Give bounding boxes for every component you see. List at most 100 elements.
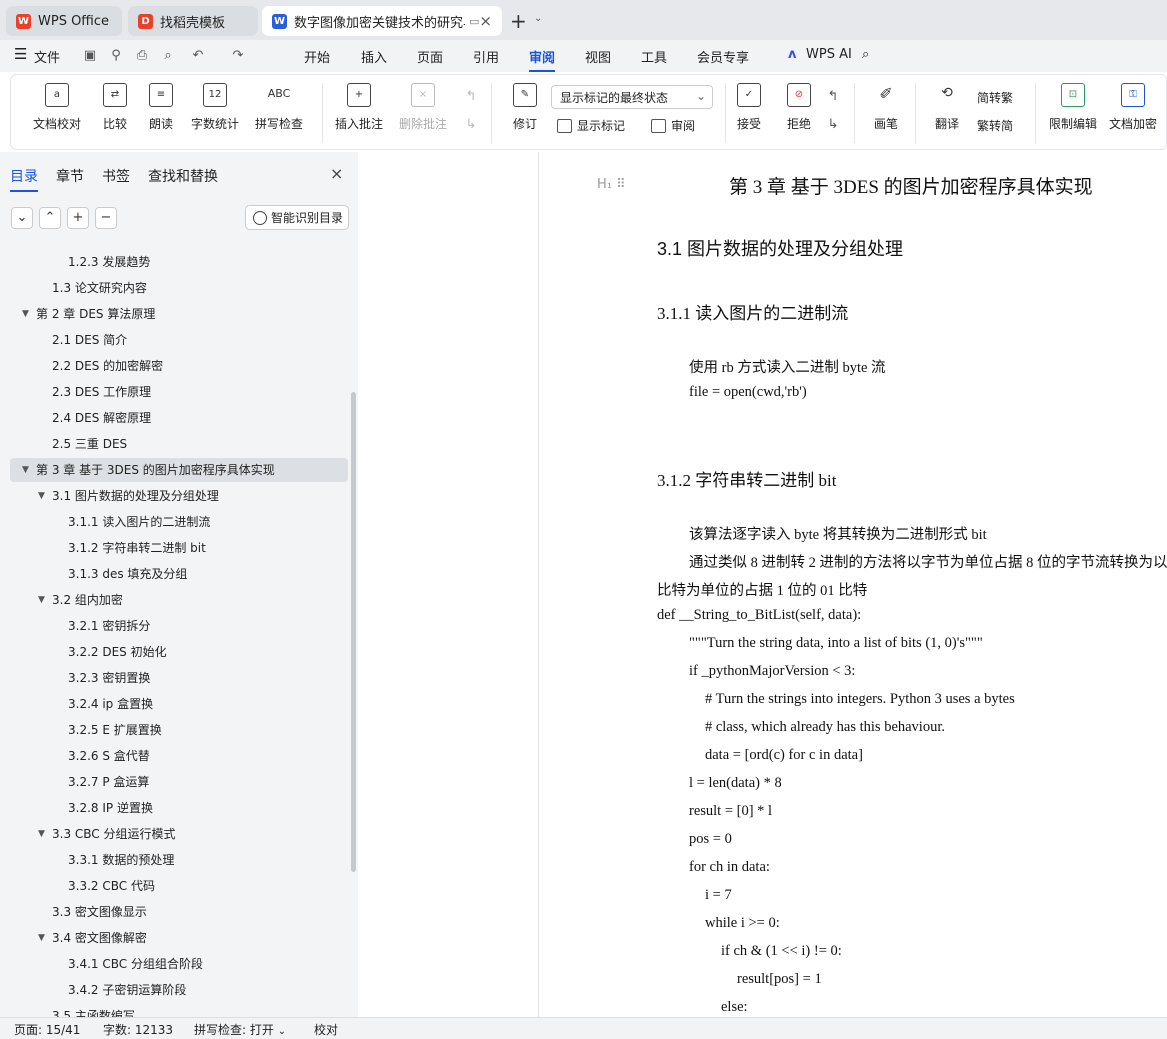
remove-heading-button[interactable]: − <box>95 207 117 229</box>
toc-item[interactable]: 3.3 密文图像显示 <box>10 900 348 924</box>
chevron-down-icon[interactable]: ⌄ <box>534 13 542 24</box>
toc-item[interactable]: ▼ 第 2 章 DES 算法原理 <box>10 302 348 326</box>
menu-member[interactable]: 会员专享 <box>697 47 749 66</box>
toc-item[interactable]: 3.2.8 IP 逆置换 <box>10 796 348 820</box>
prev-change-icon[interactable]: ↰ <box>825 89 841 105</box>
review-pane-button[interactable]: 审阅 <box>651 117 695 134</box>
toc-item[interactable]: 3.5 主函数编写 <box>10 1004 348 1017</box>
toc-item[interactable]: ▼ 3.1 图片数据的处理及分组处理 <box>10 484 348 508</box>
toc-item[interactable]: 3.3.1 数据的预处理 <box>10 848 348 872</box>
menu-file[interactable]: 文件 <box>34 47 60 66</box>
add-heading-button[interactable]: + <box>67 207 89 229</box>
menu-wps-ai[interactable]: WPS AI <box>806 47 852 62</box>
reject-button[interactable]: ⊘ 拒绝 <box>769 83 829 132</box>
smart-toc-button[interactable]: 智能识别目录 <box>245 205 349 230</box>
doc-proofread-button[interactable]: a 文档校对 <box>27 83 87 132</box>
expand-level-button[interactable]: ⌃ <box>39 207 61 229</box>
tab-sections[interactable]: 章节 <box>56 166 84 186</box>
toc-item[interactable]: 3.2.5 E 扩展置换 <box>10 718 348 742</box>
spell-check-status[interactable]: 拼写检查: 打开 ⌄ <box>194 1021 286 1038</box>
menu-tools[interactable]: 工具 <box>641 47 667 66</box>
pen-button[interactable]: ✐ 画笔 <box>856 83 916 132</box>
expand-triangle-icon[interactable]: ▼ <box>38 588 45 612</box>
next-comment-icon[interactable]: ↳ <box>463 117 479 133</box>
menu-review[interactable]: 审阅 <box>529 47 556 72</box>
doc-encrypt-button[interactable]: ⚿ 文档加密 <box>1103 83 1163 132</box>
menu-view[interactable]: 视图 <box>585 47 611 66</box>
close-icon[interactable]: × <box>330 164 343 183</box>
tab-toc[interactable]: 目录 <box>10 166 38 192</box>
collapse-level-button[interactable]: ⌄ <box>11 207 33 229</box>
toc-item[interactable]: 2.5 三重 DES <box>10 432 348 456</box>
toc-item[interactable]: 2.4 DES 解密原理 <box>10 406 348 430</box>
page-indicator[interactable]: 页面: 15/41 <box>14 1021 80 1038</box>
toc-item[interactable]: 3.1.3 des 填充及分组 <box>10 562 348 586</box>
document-page[interactable]: H₁ ⠿ 第 3 章 基于 3DES 的图片加密程序具体实现 3.1 图片数据的… <box>538 152 1167 1017</box>
tab-wps-office[interactable]: W WPS Office <box>6 6 122 36</box>
undo-icon[interactable]: ↶ <box>190 48 206 64</box>
close-icon[interactable]: × <box>479 12 492 30</box>
translate-button[interactable]: ⟲ 翻译 <box>917 83 977 132</box>
save-icon[interactable]: ▣ <box>82 48 98 64</box>
toc-item[interactable]: 2.3 DES 工作原理 <box>10 380 348 404</box>
toc-item[interactable]: 2.2 DES 的加密解密 <box>10 354 348 378</box>
hamburger-icon[interactable]: ☰ <box>14 45 27 63</box>
menu-insert[interactable]: 插入 <box>361 47 387 66</box>
toc-item[interactable]: 3.2.2 DES 初始化 <box>10 640 348 664</box>
menu-page[interactable]: 页面 <box>417 47 443 66</box>
toc-item[interactable]: 3.3.2 CBC 代码 <box>10 874 348 898</box>
toc-item[interactable]: 2.1 DES 简介 <box>10 328 348 352</box>
prev-comment-icon[interactable]: ↰ <box>463 89 479 105</box>
restrict-edit-button[interactable]: ⊡ 限制编辑 <box>1043 83 1103 132</box>
expand-triangle-icon[interactable]: ▼ <box>38 822 45 846</box>
toc-item[interactable]: ▼ 3.3 CBC 分组运行模式 <box>10 822 348 846</box>
insert-comment-button[interactable]: + 插入批注 <box>329 83 389 132</box>
new-tab-button[interactable]: + <box>510 9 527 33</box>
scrollbar[interactable] <box>351 392 356 872</box>
toc-item[interactable]: 3.2.6 S 盒代替 <box>10 744 348 768</box>
next-change-icon[interactable]: ↳ <box>825 117 841 133</box>
heading-handle-icon[interactable]: H₁ ⠿ <box>597 177 626 192</box>
toc-item[interactable]: ▼ 3.4 密文图像解密 <box>10 926 348 950</box>
markup-mode-select[interactable]: 显示标记的最终状态 ⌄ <box>551 85 713 109</box>
tab-docer-template[interactable]: D 找稻壳模板 <box>128 6 258 36</box>
toc-item[interactable]: 3.2.3 密钥置换 <box>10 666 348 690</box>
show-markup-button[interactable]: 显示标记 <box>557 117 625 134</box>
toc-item[interactable]: 3.2.7 P 盒运算 <box>10 770 348 794</box>
expand-triangle-icon[interactable]: ▼ <box>22 458 29 482</box>
expand-triangle-icon[interactable]: ▼ <box>38 484 45 508</box>
tab-bookmarks[interactable]: 书签 <box>102 166 130 186</box>
tab-find-replace[interactable]: 查找和替换 <box>148 166 218 186</box>
tab-document[interactable]: W 数字图像加密关键技术的研究与 ▭ × <box>262 6 502 36</box>
word-count-status[interactable]: 字数: 12133 <box>103 1021 173 1038</box>
print-preview-icon[interactable]: ⌕ <box>160 48 176 64</box>
spell-check-button[interactable]: ABC 拼写检查 <box>249 83 309 132</box>
proofread-status[interactable]: 校对 <box>314 1021 338 1038</box>
menu-start[interactable]: 开始 <box>304 47 330 66</box>
toc-item[interactable]: 3.2.4 ip 盒置换 <box>10 692 348 716</box>
toc-item[interactable]: 1.3 论文研究内容 <box>10 276 348 300</box>
menu-reference[interactable]: 引用 <box>473 47 499 66</box>
delete-comment-button[interactable]: × 删除批注 <box>393 83 453 132</box>
toc-item[interactable]: 1.2.3 发展趋势 <box>10 250 348 274</box>
toc-item[interactable]: 3.4.2 子密钥运算阶段 <box>10 978 348 1002</box>
redo-icon[interactable]: ↷ <box>230 48 246 64</box>
print-icon[interactable]: ⎙ <box>134 48 150 64</box>
toc-item[interactable]: 3.4.1 CBC 分组组合阶段 <box>10 952 348 976</box>
track-changes-button[interactable]: ✎ 修订 <box>495 83 555 132</box>
word-count-button[interactable]: 12 字数统计 <box>185 83 245 132</box>
toc-item[interactable]: ▼ 第 3 章 基于 3DES 的图片加密程序具体实现 <box>10 458 348 482</box>
to-simplified-button[interactable]: 繁转简 <box>977 117 1013 134</box>
toc-item[interactable]: ▼ 3.2 组内加密 <box>10 588 348 612</box>
search-icon[interactable]: ⌕ <box>862 47 869 62</box>
share-icon[interactable]: ⚲ <box>108 48 124 64</box>
toc-item[interactable]: 3.1.1 读入图片的二进制流 <box>10 510 348 534</box>
expand-triangle-icon[interactable]: ▼ <box>22 302 29 326</box>
toc-item[interactable]: 3.2.1 密钥拆分 <box>10 614 348 638</box>
expand-triangle-icon[interactable]: ▼ <box>38 926 45 950</box>
toc-item-label: 2.4 DES 解密原理 <box>52 411 152 425</box>
toc-item[interactable]: 3.1.2 字符串转二进制 bit <box>10 536 348 560</box>
read-aloud-button[interactable]: ≡ 朗读 <box>131 83 191 132</box>
to-traditional-button[interactable]: 简转繁 <box>977 89 1013 106</box>
restrict-edit-label: 限制编辑 <box>1048 117 1097 131</box>
